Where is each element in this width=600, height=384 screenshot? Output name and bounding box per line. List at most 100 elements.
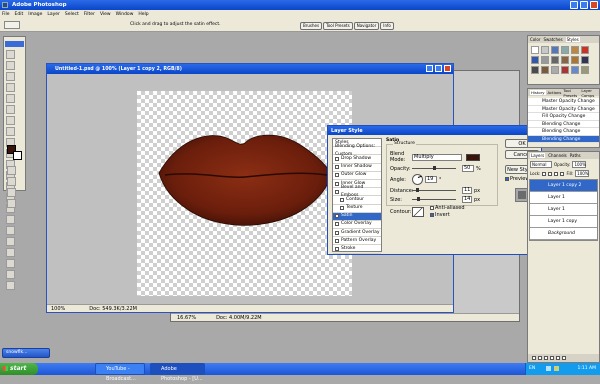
angle-input[interactable]: 19	[425, 176, 437, 183]
shape-tool-icon[interactable]	[6, 237, 15, 246]
inner-shadow-checkbox[interactable]	[335, 165, 339, 170]
color-overlay-checkbox[interactable]	[335, 222, 339, 227]
opacity-input[interactable]: 50	[462, 165, 474, 172]
type-tool-icon[interactable]	[6, 215, 15, 224]
menu-edit[interactable]: Edit	[15, 12, 24, 17]
well-tab-navigator[interactable]: Navigator	[353, 22, 380, 30]
doc-maximize-button[interactable]	[435, 65, 442, 72]
lock-image-icon[interactable]	[548, 171, 553, 176]
size-input[interactable]: 14	[462, 196, 472, 203]
well-tab-tool-presets[interactable]: Tool Presets	[323, 22, 353, 30]
tab-tool-presets[interactable]: Tool Presets	[563, 88, 579, 98]
layer-row[interactable]: Layer 1 copy	[530, 216, 597, 228]
history-item[interactable]: Blending Change	[528, 120, 599, 128]
layer-row[interactable]: Layer 1	[530, 204, 597, 216]
screen-mode-icon[interactable]	[7, 188, 16, 197]
healing-brush-tool-icon[interactable]	[6, 116, 15, 125]
tab-color[interactable]: Color	[530, 37, 540, 42]
style-swatch[interactable]	[581, 66, 589, 74]
anti-aliased-checkbox[interactable]	[430, 206, 434, 210]
style-swatch[interactable]	[531, 56, 539, 64]
drop-shadow-checkbox[interactable]	[335, 156, 339, 161]
start-button[interactable]: start	[0, 363, 38, 375]
fill-input[interactable]: 100%	[575, 170, 590, 177]
menu-window[interactable]: Window	[116, 12, 134, 17]
menu-filter[interactable]: Filter	[84, 12, 95, 17]
opacity-slider[interactable]	[412, 166, 456, 170]
doc2-zoom[interactable]: 16.67%	[177, 315, 196, 321]
style-swatch[interactable]	[541, 46, 549, 54]
well-tab-brushes[interactable]: Brushes	[300, 22, 323, 30]
style-swatch[interactable]	[581, 46, 589, 54]
invert-checkbox[interactable]	[430, 213, 434, 217]
history-item[interactable]: Fill Opacity Change	[528, 113, 599, 121]
contour-picker[interactable]	[412, 206, 424, 217]
history-item[interactable]: Blending Change	[528, 128, 599, 136]
preview-checkbox[interactable]	[505, 177, 509, 181]
style-swatch[interactable]	[581, 56, 589, 64]
pen-tool-icon[interactable]	[6, 226, 15, 235]
opacity-slider-thumb[interactable]	[433, 166, 436, 170]
layer-row-selected[interactable]: Layer 1 copy 2	[530, 180, 597, 192]
canvas[interactable]	[137, 91, 352, 296]
minimize-button[interactable]	[570, 1, 578, 9]
lock-all-icon[interactable]	[560, 171, 565, 176]
quick-mask-icon[interactable]	[7, 177, 16, 186]
style-swatch[interactable]	[531, 46, 539, 54]
tab-channels[interactable]: Channels	[548, 153, 567, 158]
notes-tool-icon[interactable]	[6, 248, 15, 257]
menu-view[interactable]: View	[100, 12, 111, 17]
distance-slider[interactable]	[412, 188, 456, 192]
bevel-emboss-checkbox[interactable]	[335, 189, 339, 194]
lock-transparency-icon[interactable]	[542, 171, 547, 176]
zoom-tool-icon[interactable]	[6, 281, 15, 290]
brush-tool-icon[interactable]	[6, 127, 15, 136]
hand-tool-icon[interactable]	[6, 270, 15, 279]
maximize-button[interactable]	[580, 1, 588, 9]
imageready-icon[interactable]	[7, 199, 16, 208]
delete-layer-icon[interactable]	[562, 356, 566, 360]
standard-mode-icon[interactable]	[7, 166, 16, 175]
tab-layer-comps[interactable]: Layer Comps	[581, 88, 599, 98]
lasso-tool-icon[interactable]	[6, 72, 15, 81]
close-button[interactable]	[590, 1, 598, 9]
link-layers-icon[interactable]	[532, 356, 536, 360]
gradient-overlay-checkbox[interactable]	[335, 230, 339, 235]
menu-help[interactable]: Help	[138, 12, 148, 17]
menu-layer[interactable]: Layer	[47, 12, 60, 17]
tab-swatches[interactable]: Swatches	[543, 37, 562, 42]
menu-select[interactable]: Select	[65, 12, 79, 17]
style-swatch[interactable]	[551, 46, 559, 54]
language-indicator[interactable]: EN	[529, 363, 535, 375]
doc-close-button[interactable]	[444, 65, 451, 72]
layer-blend-mode-select[interactable]: Normal	[530, 161, 552, 168]
minimized-window[interactable]: snowflk...	[2, 348, 50, 358]
style-swatch[interactable]	[571, 56, 579, 64]
distance-input[interactable]: 11	[462, 187, 472, 194]
new-layer-icon[interactable]	[556, 356, 560, 360]
new-group-icon[interactable]	[550, 356, 554, 360]
style-swatch[interactable]	[541, 56, 549, 64]
style-swatch[interactable]	[551, 66, 559, 74]
tray-icon[interactable]	[554, 366, 559, 371]
tab-actions[interactable]: Actions	[548, 90, 562, 95]
angle-dial[interactable]	[412, 174, 423, 185]
tool-preset-picker[interactable]	[4, 21, 20, 29]
style-swatch[interactable]	[531, 66, 539, 74]
pattern-overlay-checkbox[interactable]	[335, 238, 339, 243]
background-color-swatch[interactable]	[13, 151, 22, 160]
texture-checkbox[interactable]	[340, 206, 344, 211]
eyedropper-tool-icon[interactable]	[6, 259, 15, 268]
lock-position-icon[interactable]	[554, 171, 559, 176]
tray-icon[interactable]	[546, 366, 551, 371]
slice-tool-icon[interactable]	[6, 105, 15, 114]
move-tool-icon[interactable]	[6, 61, 15, 70]
tab-history[interactable]: History	[530, 90, 546, 95]
style-swatch[interactable]	[571, 46, 579, 54]
doc-minimize-button[interactable]	[426, 65, 433, 72]
document-zoom[interactable]: 100%	[51, 306, 65, 312]
style-swatch[interactable]	[561, 56, 569, 64]
satin-color-swatch[interactable]	[466, 153, 480, 161]
add-layer-style-icon[interactable]	[538, 356, 542, 360]
style-swatch[interactable]	[561, 66, 569, 74]
